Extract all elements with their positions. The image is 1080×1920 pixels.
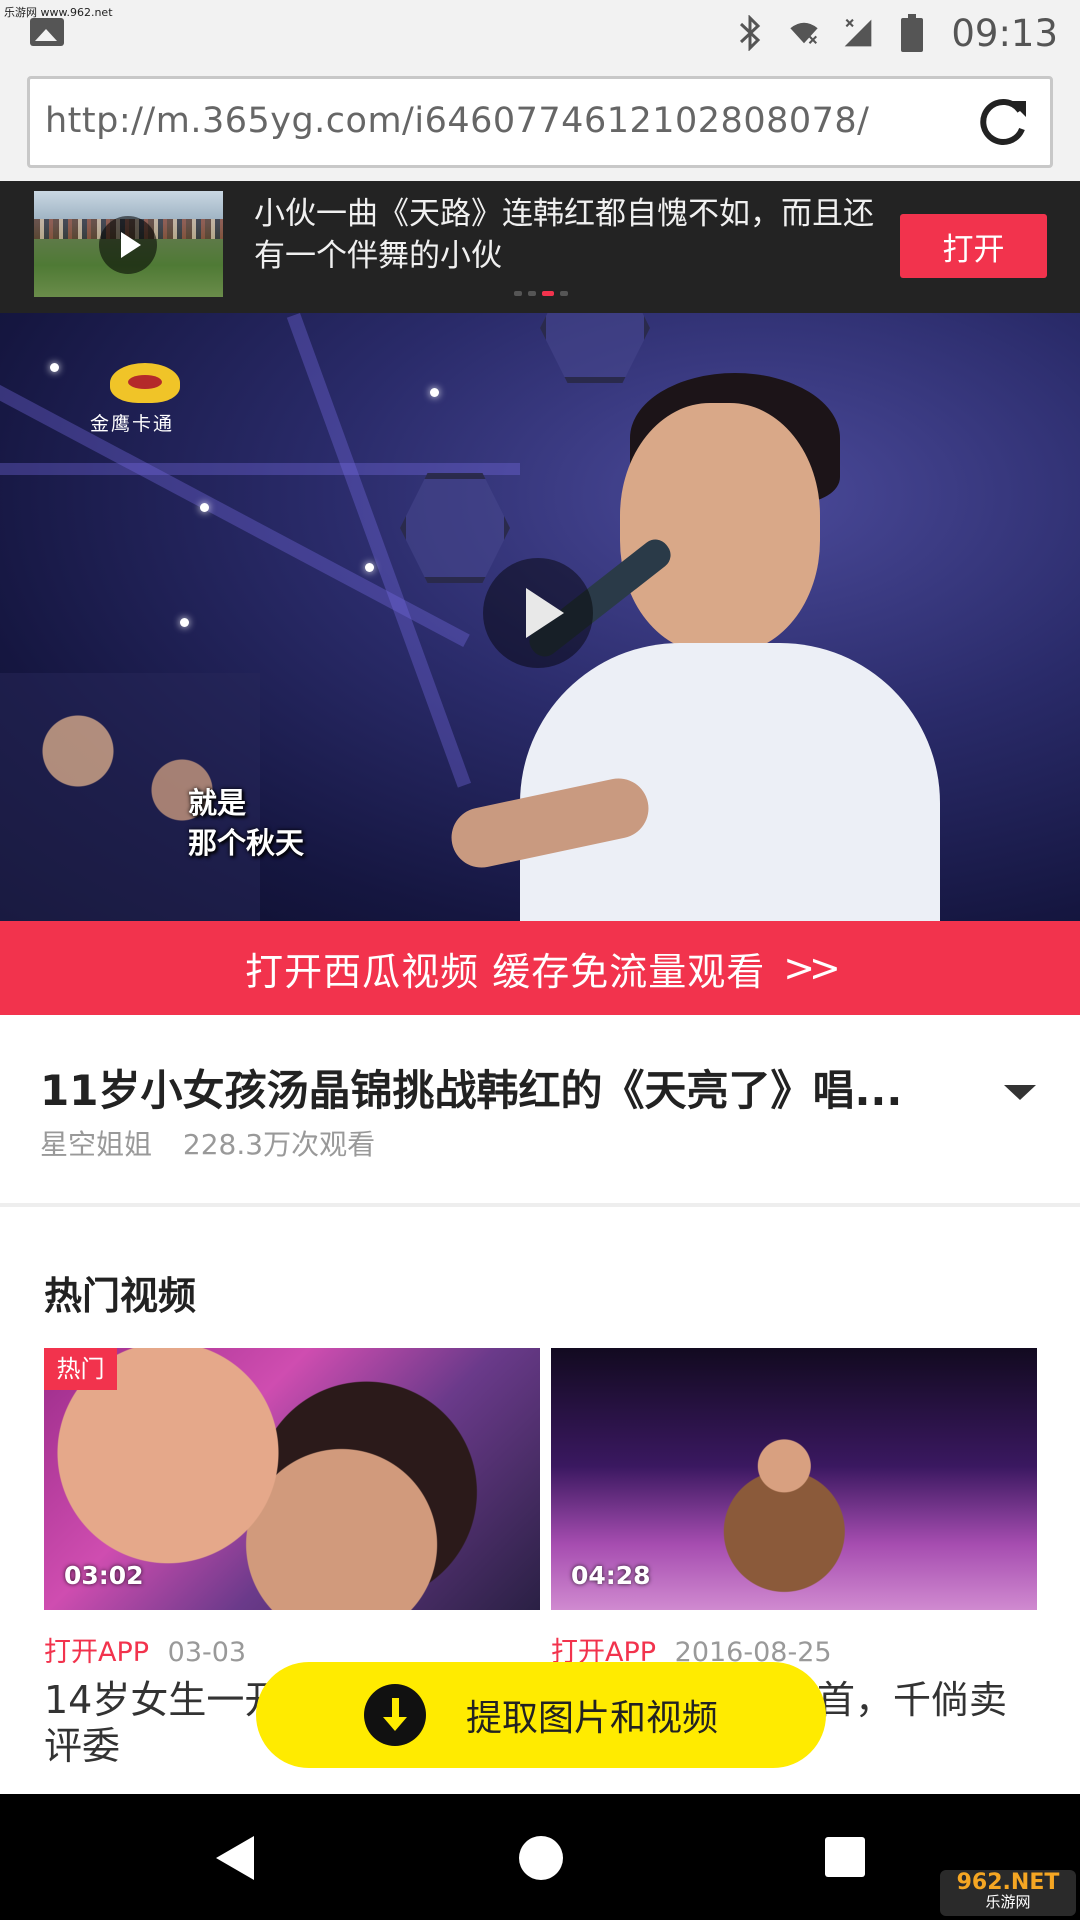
carousel-dot <box>528 291 536 296</box>
bluetooth-icon <box>735 14 765 52</box>
carousel-dot <box>514 291 522 296</box>
download-icon <box>363 1684 426 1746</box>
video-title[interactable]: 11岁小女孩汤晶锦挑战韩红的《天亮了》唱... <box>40 1057 970 1118</box>
publish-date: 03-03 <box>167 1637 247 1668</box>
open-xigua-label[interactable]: 打开西瓜视频 缓存免流量观看 <box>245 941 765 996</box>
singer-dress <box>520 643 940 921</box>
banner-headline[interactable]: 小伙一曲《天路》连韩红都自愧不如，而且还有一个伴舞的小伙 <box>254 193 874 277</box>
status-icons: 09:13 <box>735 10 1058 56</box>
wifi-off-icon <box>789 14 819 52</box>
url-bar[interactable]: http://m.365yg.com/i6460774612102808078/ <box>27 76 1053 168</box>
video-player[interactable]: 金鹰卡通 就是 那个秋天 <box>0 313 1080 921</box>
station-logo-text: 金鹰卡通 <box>90 413 175 435</box>
singer-face <box>620 403 820 653</box>
star-light <box>430 388 439 397</box>
video-thumbnail[interactable]: 热门 03:02 <box>44 1348 540 1610</box>
promo-banner[interactable]: 小伙一曲《天路》连韩红都自愧不如，而且还有一个伴舞的小伙 打开 <box>0 181 1080 313</box>
video-info: 11岁小女孩汤晶锦挑战韩红的《天亮了》唱... 星空姐姐 228.3万次观看 <box>0 1015 1080 1205</box>
reload-icon[interactable] <box>974 93 1034 153</box>
station-logo-mark <box>110 363 180 403</box>
corner-logo-brand: 962.NET <box>956 1870 1060 1895</box>
star-light <box>200 503 209 512</box>
carousel-dot <box>560 291 568 296</box>
star-light <box>365 563 374 572</box>
hot-videos-heading: 热门视频 <box>44 1274 197 1318</box>
banner-thumbnail[interactable] <box>34 191 223 297</box>
view-count: 228.3万次观看 <box>182 1128 376 1161</box>
station-logo: 金鹰卡通 <box>90 363 200 436</box>
expand-arrow-icon[interactable] <box>1004 1085 1036 1100</box>
open-app-button[interactable]: 打开 <box>900 214 1047 278</box>
subtitle-line: 就是 <box>188 786 247 820</box>
clock: 09:13 <box>951 11 1058 55</box>
home-icon[interactable] <box>519 1836 563 1880</box>
video-thumbnail[interactable]: 04:28 <box>551 1348 1037 1610</box>
back-icon[interactable] <box>216 1836 254 1880</box>
double-chevron-right-icon: >> <box>783 946 841 990</box>
open-xigua-bar[interactable]: 打开西瓜视频 缓存免流量观看 >> <box>0 921 1080 1015</box>
corner-logo-sub: 乐游网 <box>985 1893 1031 1911</box>
stage-hexagon <box>400 473 510 583</box>
extract-media-button[interactable]: 提取图片和视频 <box>256 1662 826 1768</box>
browser-toolbar: http://m.365yg.com/i6460774612102808078/ <box>0 66 1080 181</box>
stage-hexagon <box>540 313 650 383</box>
battery-icon <box>897 14 927 52</box>
section-divider <box>0 1203 1080 1207</box>
star-light <box>180 618 189 627</box>
carousel-dots <box>514 291 568 296</box>
duration-label: 04:28 <box>571 1561 651 1590</box>
url-text[interactable]: http://m.365yg.com/i6460774612102808078/ <box>45 101 869 141</box>
system-nav-bar <box>0 1794 1080 1920</box>
play-icon[interactable] <box>99 216 157 274</box>
video-meta: 星空姐姐 228.3万次观看 <box>40 1123 375 1163</box>
status-bar: 乐游网 www.962.net 09:13 <box>0 0 1080 66</box>
video-subtitle: 就是 那个秋天 <box>188 783 304 863</box>
signal-no-icon <box>843 14 873 52</box>
carousel-dot-active <box>542 291 554 296</box>
hot-badge: 热门 <box>44 1348 117 1390</box>
duration-label: 03:02 <box>64 1561 144 1590</box>
play-button[interactable] <box>483 558 593 668</box>
subtitle-line: 那个秋天 <box>188 826 305 860</box>
author-name[interactable]: 星空姐姐 <box>40 1128 152 1161</box>
star-light <box>50 363 59 372</box>
recents-icon[interactable] <box>825 1837 865 1877</box>
image-icon <box>30 18 64 46</box>
corner-watermark-logo: 962.NET 乐游网 <box>940 1870 1076 1916</box>
extract-media-label[interactable]: 提取图片和视频 <box>466 1689 718 1741</box>
open-app-link[interactable]: 打开APP <box>44 1637 149 1668</box>
